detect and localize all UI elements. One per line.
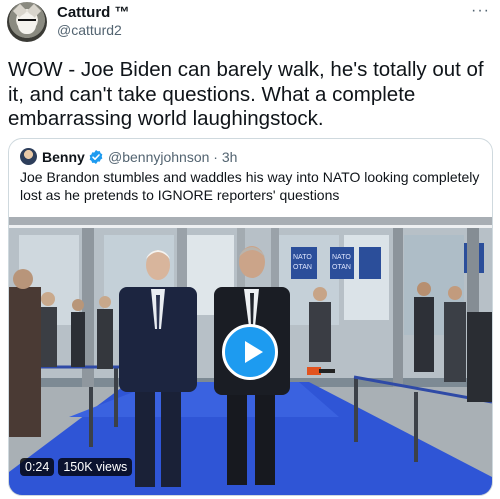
video-views: 150K views — [58, 458, 133, 476]
svg-text:OTAN: OTAN — [332, 264, 351, 271]
svg-text:NATO: NATO — [332, 254, 351, 261]
verified-badge-icon — [89, 150, 103, 164]
meta-separator: · — [213, 149, 218, 165]
avatar[interactable] — [7, 2, 47, 42]
author-handle[interactable]: @catturd2 — [57, 22, 122, 38]
svg-text:NATO: NATO — [293, 254, 312, 261]
author-display-name[interactable]: Catturd ™ — [57, 4, 130, 21]
quoted-tweet[interactable]: Benny @bennyjohnson · 3h Joe Brandon stu… — [8, 138, 493, 496]
svg-text:OTAN: OTAN — [293, 264, 312, 271]
tweet: Catturd ™ @catturd2 ··· WOW - Joe Biden … — [0, 0, 500, 499]
ellipsis-icon[interactable]: ··· — [471, 2, 490, 20]
tweet-text: WOW - Joe Biden can barely walk, he's to… — [8, 58, 484, 130]
quoted-display-name[interactable]: Benny — [42, 149, 85, 165]
quoted-handle[interactable]: @bennyjohnson — [108, 149, 209, 165]
quoted-time[interactable]: 3h — [222, 149, 238, 165]
quoted-meta: @bennyjohnson · 3h — [108, 149, 237, 165]
play-icon — [245, 341, 263, 363]
video-duration: 0:24 — [20, 458, 55, 476]
quoted-avatar[interactable] — [20, 148, 37, 165]
video-meta: 0:24 150K views — [20, 458, 133, 476]
quoted-text: Joe Brandon stumbles and waddles his way… — [20, 169, 480, 203]
play-button[interactable] — [222, 324, 278, 380]
video-player[interactable]: NATO OTAN NATO OTAN 0:24 150K views — [9, 217, 492, 495]
